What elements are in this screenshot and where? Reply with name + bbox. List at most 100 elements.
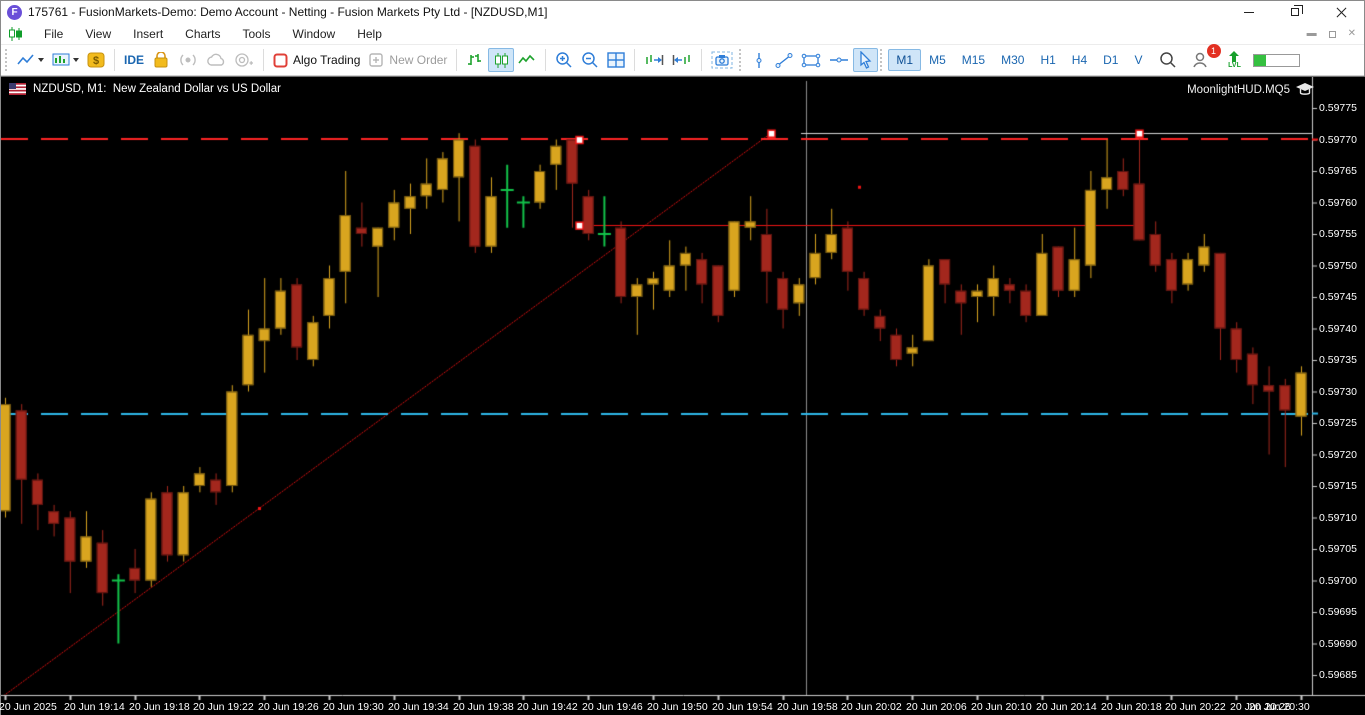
line-chart-mode-button[interactable] (514, 48, 540, 72)
vps-circles-icon (235, 53, 254, 67)
toolbar-drag-handle[interactable] (880, 49, 884, 71)
zoom-out-button[interactable] (577, 48, 603, 72)
time-axis-label: 20 Jun 19:18 (129, 701, 190, 713)
zoom-in-button[interactable] (551, 48, 577, 72)
graduation-cap-icon[interactable] (1296, 83, 1314, 97)
timeframe-h1[interactable]: H1 (1032, 49, 1063, 71)
time-axis-label: 20 Jun 2025 (0, 701, 57, 713)
expert-advisor-label: MoonlightHUD.MQ5 (1187, 83, 1314, 97)
time-axis-label: 20 Jun 20:30 (1249, 701, 1310, 713)
horizontal-line-icon (830, 57, 849, 63)
deposit-button[interactable]: $ (83, 48, 109, 72)
menu-window[interactable]: Window (282, 25, 347, 43)
line-chart-icon (17, 54, 34, 65)
price-axis-label: 0.59710 (1319, 511, 1357, 524)
price-axis-label: 0.59775 (1319, 102, 1357, 114)
cloud-icon (207, 53, 225, 66)
channel-tool[interactable] (797, 48, 825, 72)
price-axis-label: 0.59700 (1319, 574, 1357, 587)
new-order-icon (369, 53, 384, 67)
timeframe-h4[interactable]: H4 (1064, 49, 1095, 71)
up-arrow-icon (1229, 50, 1240, 62)
price-axis-label: 0.59705 (1319, 543, 1357, 555)
app-logo-icon: F (7, 4, 22, 20)
timeframe-m30[interactable]: M30 (993, 49, 1032, 71)
time-axis-label: 20 Jun 19:42 (517, 701, 578, 713)
timeframe-d1[interactable]: D1 (1095, 49, 1126, 71)
algo-trading-toggle[interactable]: Algo Trading (269, 48, 364, 72)
timeframe-m5[interactable]: M5 (921, 49, 954, 71)
menu-insert[interactable]: Insert (122, 25, 174, 43)
chart-shift-button[interactable] (668, 48, 696, 72)
price-axis-label: 0.59720 (1319, 448, 1357, 461)
child-minimize-icon[interactable]: ▬ (1307, 29, 1317, 39)
vertical-line-tool[interactable] (747, 48, 771, 72)
auto-scroll-button[interactable] (640, 48, 668, 72)
price-axis-label: 0.59685 (1319, 669, 1357, 681)
chevron-down-icon (73, 58, 79, 62)
ide-button[interactable]: IDE (120, 48, 148, 72)
menu-help[interactable]: Help (346, 25, 393, 43)
svg-text:$: $ (93, 55, 99, 67)
progress-bar (1252, 53, 1300, 67)
bars-icon (468, 54, 482, 65)
menu-charts[interactable]: Charts (174, 25, 231, 43)
signals-button[interactable] (174, 48, 202, 72)
shopping-bag-icon (154, 51, 168, 67)
timeframe-m1[interactable]: M1 (888, 49, 922, 71)
search-button[interactable] (1155, 48, 1181, 72)
price-axis-label: 0.59740 (1319, 322, 1357, 335)
time-axis-label: 20 Jun 20:06 (906, 701, 967, 713)
chart-header: NZDUSD, M1: New Zealand Dollar vs US Dol… (9, 83, 281, 95)
tile-windows-button[interactable] (603, 48, 629, 72)
restore-button[interactable] (1272, 1, 1318, 23)
timeframe-v[interactable]: V (1126, 49, 1150, 71)
price-axis-label: 0.59730 (1319, 385, 1357, 398)
menu-bar: File View Insert Charts Tools Window Hel… (1, 23, 1364, 45)
price-axis-label: 0.59770 (1319, 133, 1357, 146)
price-axis-label: 0.59760 (1319, 196, 1357, 209)
candle-chart-mode-button[interactable] (488, 48, 515, 72)
price-axis-label: 0.59735 (1319, 354, 1357, 366)
title-bar: F 175761 - FusionMarkets-Demo: Demo Acco… (1, 1, 1364, 23)
symbol-flag-icon (9, 83, 26, 95)
market-button[interactable] (148, 48, 174, 72)
horizontal-line-tool[interactable] (825, 48, 853, 72)
time-axis-label: 20 Jun 19:50 (647, 701, 708, 713)
terminal-candles-icon (7, 26, 23, 41)
child-restore-icon[interactable] (1328, 30, 1336, 38)
time-axis-label: 20 Jun 19:30 (323, 701, 384, 713)
cursor-tool[interactable] (853, 48, 879, 72)
time-axis-label: 20 Jun 19:26 (258, 701, 319, 713)
time-axis-label: 20 Jun 19:34 (388, 701, 449, 713)
toolbar-drag-handle[interactable] (739, 49, 743, 71)
minimize-button[interactable] (1226, 1, 1272, 23)
chart-type-dropdown[interactable] (13, 48, 48, 72)
screenshot-button[interactable] (707, 48, 737, 72)
menu-view[interactable]: View (74, 25, 122, 43)
close-button[interactable] (1318, 1, 1364, 23)
new-order-button[interactable]: New Order (364, 48, 451, 72)
cloud-button[interactable] (202, 48, 230, 72)
child-close-icon[interactable]: ✕ (1348, 29, 1356, 39)
price-axis-label: 0.59750 (1319, 259, 1357, 272)
vps-button[interactable] (230, 48, 258, 72)
menu-tools[interactable]: Tools (232, 25, 282, 43)
notifications-button[interactable]: 1 (1187, 44, 1221, 72)
price-axis-label: 0.59690 (1319, 637, 1357, 650)
time-axis-label: 20 Jun 20:14 (1036, 701, 1097, 713)
lvl-button[interactable]: LVL (1223, 48, 1247, 72)
bar-chart-mode-button[interactable] (462, 48, 488, 72)
indicators-dropdown[interactable] (48, 48, 83, 72)
trendline-tool[interactable] (771, 48, 797, 72)
trendline-icon (775, 52, 793, 68)
timeframe-m15[interactable]: M15 (954, 49, 993, 71)
channel-icon (802, 53, 821, 67)
time-axis-label: 20 Jun 20:10 (971, 701, 1032, 713)
price-chart-canvas[interactable] (1, 77, 1365, 715)
toolbar-drag-handle[interactable] (5, 49, 9, 71)
price-axis-label: 0.59695 (1319, 606, 1357, 618)
signal-icon (180, 54, 196, 66)
menu-file[interactable]: File (33, 25, 74, 43)
search-icon (1159, 52, 1176, 68)
